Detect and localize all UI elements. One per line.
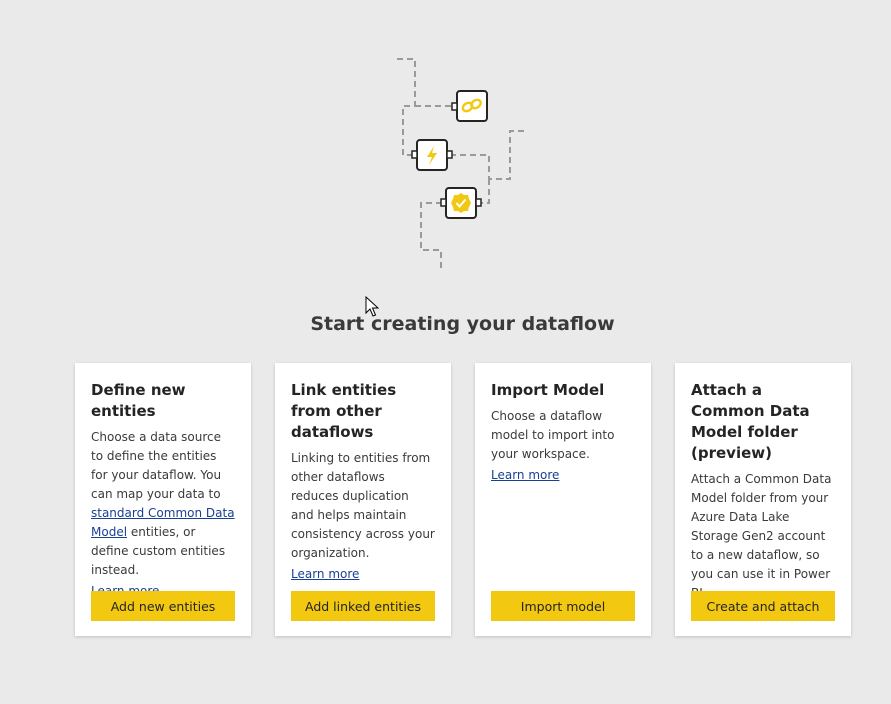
card-attach-cdm-folder: Attach a Common Data Model folder (previ…: [675, 363, 851, 636]
page-title: Start creating your dataflow: [310, 313, 615, 335]
card-title: Define new entities: [91, 381, 186, 420]
card-description: Choose a dataflow model to import into y…: [491, 409, 615, 461]
card-description: Linking to entities from other dataflows…: [291, 451, 435, 560]
link-chain-icon: [451, 90, 488, 122]
dataflow-illustration: [397, 58, 527, 268]
card-title: Attach a Common Data Model folder (previ…: [691, 381, 810, 462]
checkmark-badge-icon: [440, 187, 482, 219]
import-model-button[interactable]: Import model: [491, 591, 635, 621]
add-new-entities-button[interactable]: Add new entities: [91, 591, 235, 621]
create-and-attach-button[interactable]: Create and attach: [691, 591, 835, 621]
add-linked-entities-button[interactable]: Add linked entities: [291, 591, 435, 621]
card-description: Choose a data source to define the entit…: [91, 428, 235, 580]
card-import-model: Import Model Choose a dataflow model to …: [475, 363, 651, 636]
card-description-text: Choose a data source to define the entit…: [91, 430, 222, 501]
learn-more-link[interactable]: Learn more: [291, 565, 359, 584]
card-define-new-entities: Define new entities Choose a data source…: [75, 363, 251, 636]
card-title: Import Model: [491, 381, 605, 399]
card-link-entities: Link entities from other dataflows Linki…: [275, 363, 451, 636]
card-description: Attach a Common Data Model folder from y…: [691, 472, 832, 600]
lightning-icon: [411, 139, 453, 171]
learn-more-link[interactable]: Learn more: [491, 466, 559, 485]
card-title: Link entities from other dataflows: [291, 381, 397, 441]
